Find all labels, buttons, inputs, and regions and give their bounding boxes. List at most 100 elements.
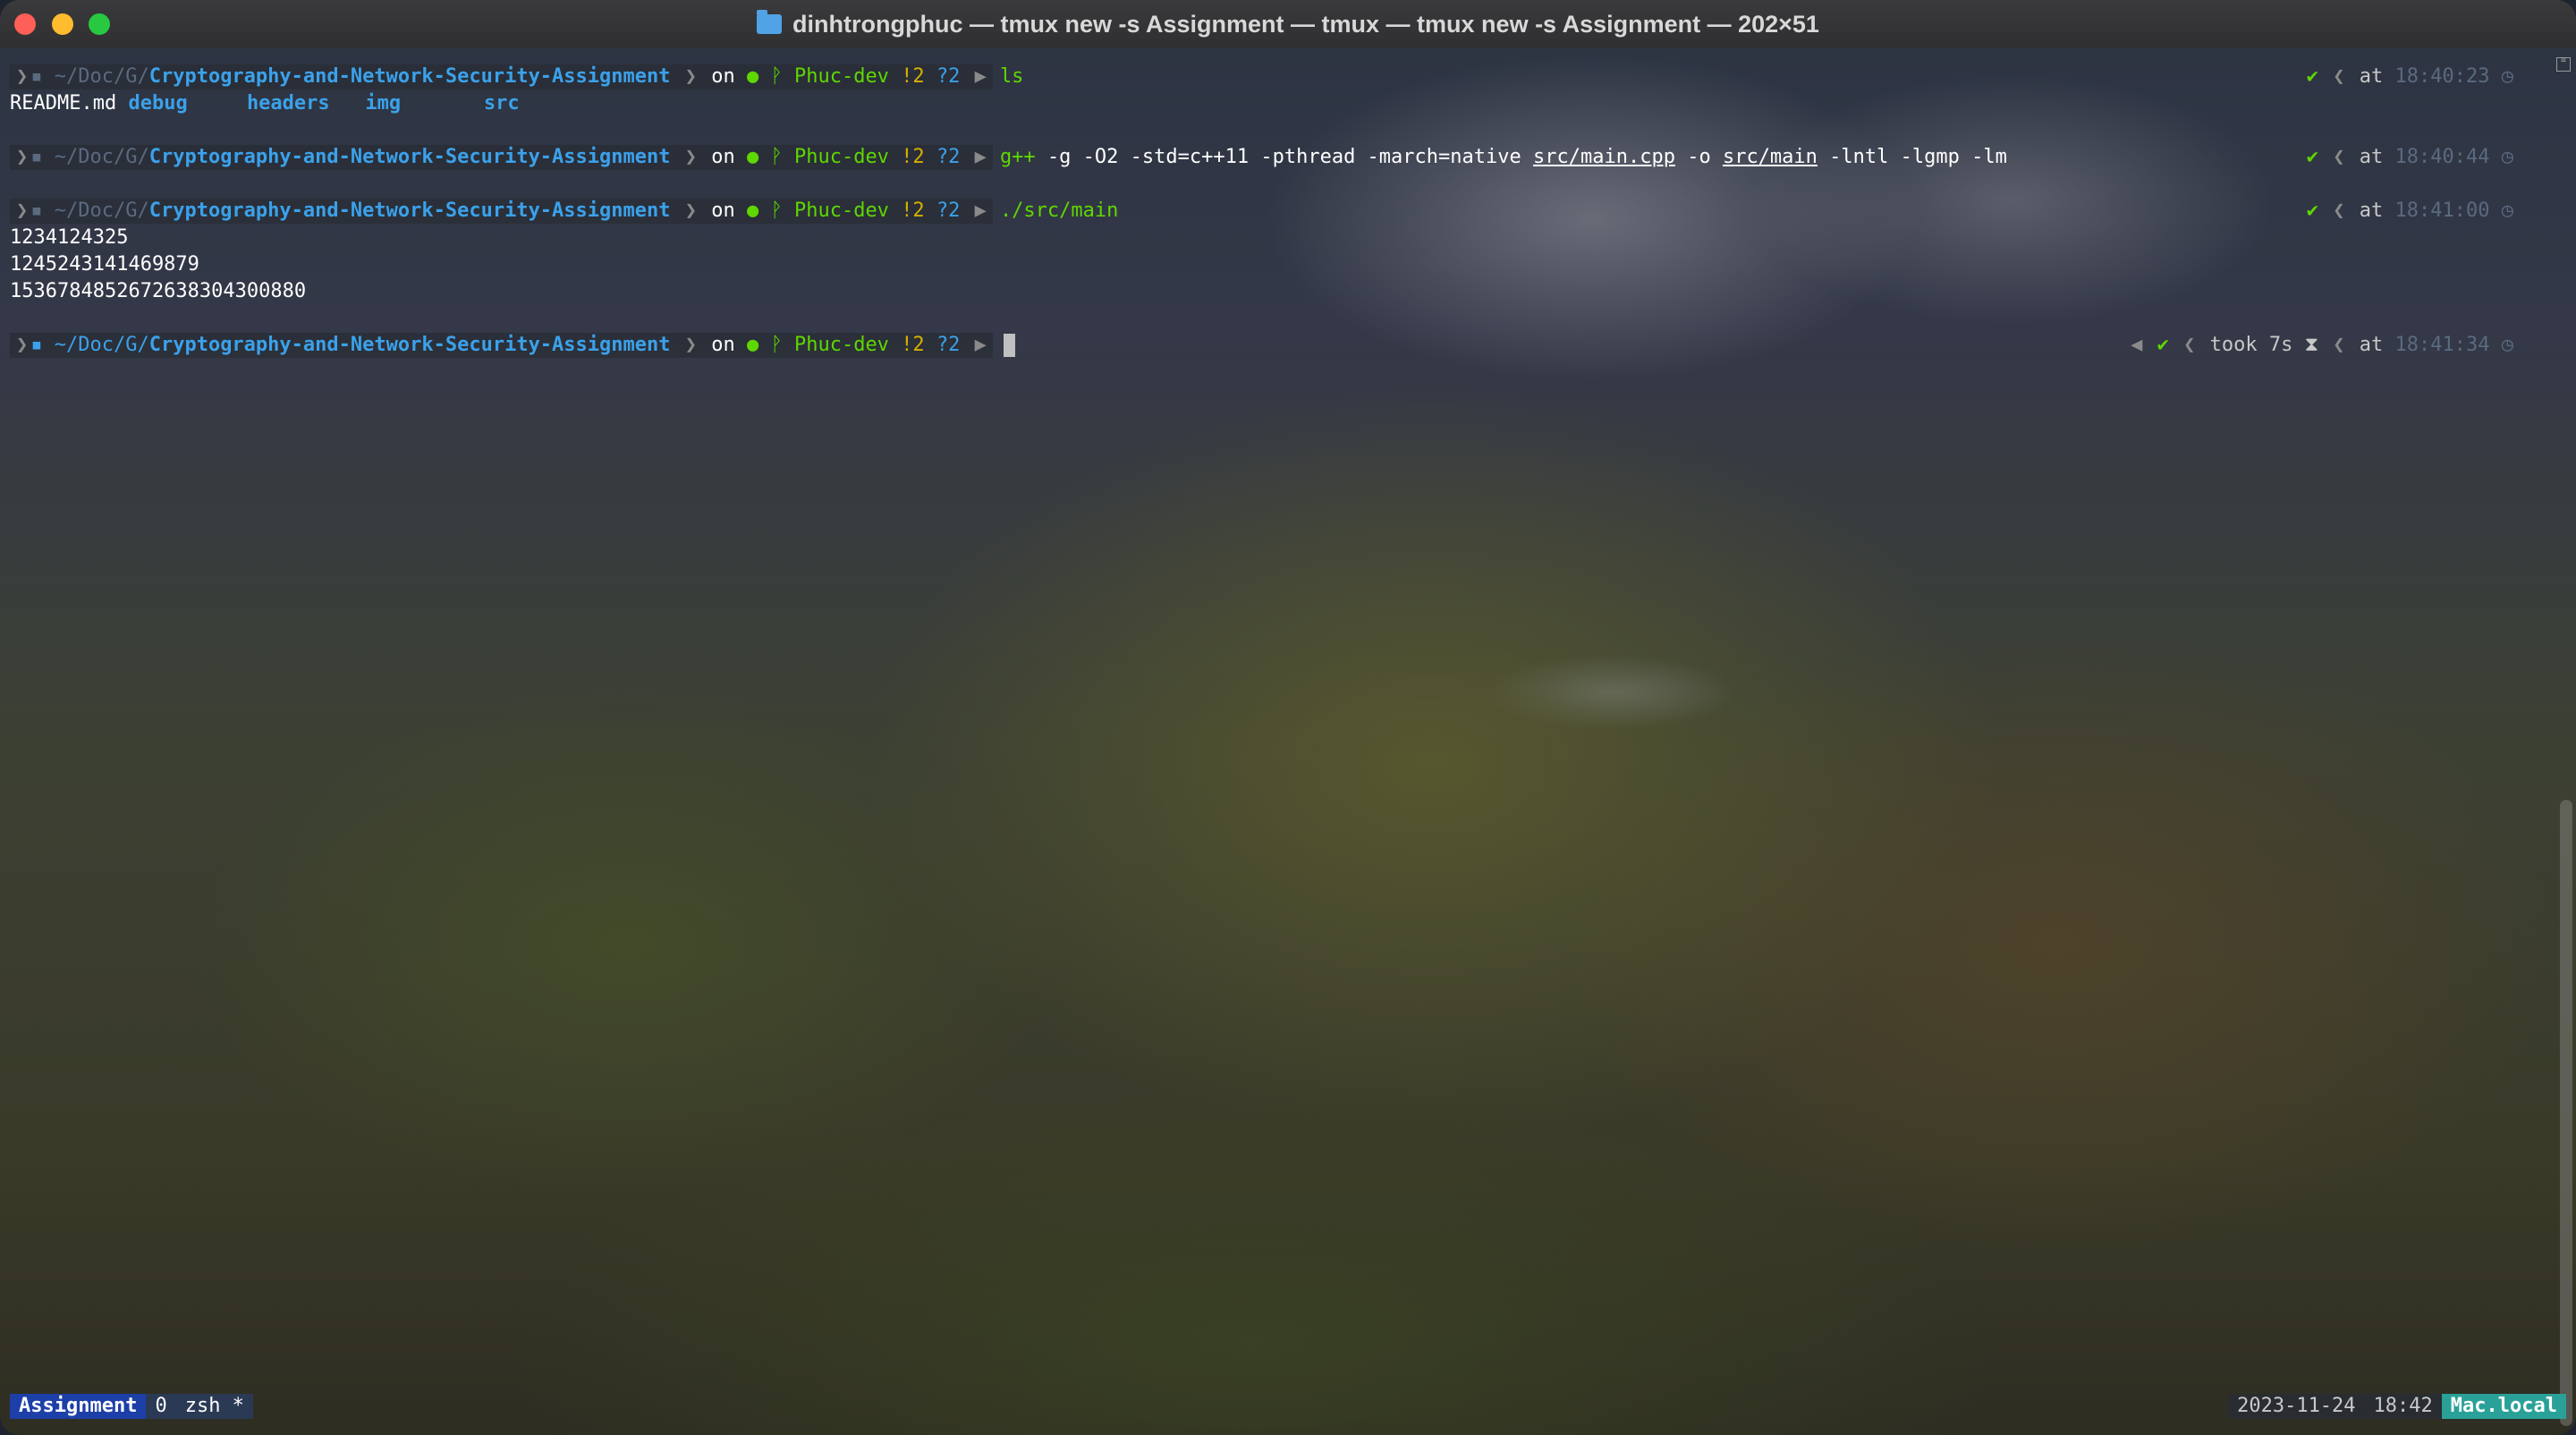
success-check-icon: ✔: [2306, 65, 2319, 88]
chevron-right-icon: ❯: [673, 200, 709, 222]
scrollbar[interactable]: [2560, 800, 2572, 1426]
git-untracked: ?2: [936, 200, 961, 222]
git-modified: !2: [901, 200, 925, 222]
window-title-area: dinhtrongphuc — tmux new -s Assignment —…: [0, 0, 2576, 48]
command-args: -lntl -lgmp -lm: [1829, 146, 2007, 168]
prompt-path-short: /Doc/G/: [66, 200, 149, 222]
command-text: ./src/main: [999, 200, 1119, 222]
success-check-icon: ✔: [2157, 334, 2169, 356]
git-untracked: ?2: [936, 146, 961, 168]
clock-icon: ◷: [2489, 200, 2513, 222]
github-icon: ●: [734, 65, 771, 88]
took-duration: took 7s: [2209, 334, 2293, 356]
prompt-at: at: [2359, 200, 2384, 222]
title-bar[interactable]: dinhtrongphuc — tmux new -s Assignment —…: [0, 0, 2576, 50]
git-branch: Phuc-dev: [793, 200, 889, 222]
command-name: g++: [999, 146, 1036, 168]
command-args: -g -O2 -std=c++11 -pthread -march=native: [1046, 146, 1521, 168]
chevron-right-icon: ❯: [673, 146, 709, 168]
git-untracked: ?2: [936, 65, 961, 88]
prompt-end-arrow-icon: ▶: [962, 65, 987, 88]
prompt-on: on: [711, 334, 735, 356]
prompt-time: 18:41:34: [2394, 334, 2490, 356]
terminal-content[interactable]: ≡ ❯ ▪ ~/Doc/G/Cryptography-and-Network-Se…: [0, 48, 2576, 1435]
prompt-path-short: /Doc/G/: [66, 334, 149, 356]
prompt-on: on: [711, 65, 735, 88]
prompt-line: ❯ ▪ ~/Doc/G/Cryptography-and-Network-Secu…: [10, 64, 1023, 89]
prompt-line: ❯ ▪ ~/Doc/G/Cryptography-and-Network-Secu…: [10, 199, 1118, 224]
status-time: 18:42: [2364, 1394, 2442, 1419]
folder-icon: ▪: [30, 200, 55, 222]
chevron-left-icon: ❮: [2321, 146, 2357, 168]
folder-icon: ▪: [30, 334, 55, 356]
git-branch: Phuc-dev: [793, 334, 889, 356]
success-check-icon: ✔: [2306, 146, 2319, 168]
prompt-at: at: [2359, 334, 2384, 356]
prompt-time: 18:41:00: [2394, 200, 2490, 222]
github-icon: ●: [734, 146, 771, 168]
git-modified: !2: [901, 65, 925, 88]
output-text: 1536784852672638304300880: [10, 280, 307, 302]
prompt-path-short: /Doc/G/: [66, 146, 149, 168]
command-path: src/main.cpp: [1533, 146, 1675, 168]
command-text: ls: [999, 65, 1024, 88]
chevron-right-icon: ❯: [16, 65, 29, 88]
chevron-right-icon: ❯: [16, 146, 29, 168]
terminal-window: dinhtrongphuc — tmux new -s Assignment —…: [0, 0, 2576, 1435]
git-modified: !2: [901, 334, 925, 356]
chevron-right-icon: ❯: [16, 200, 29, 222]
tmux-window-name[interactable]: zsh *: [175, 1394, 253, 1419]
ls-item: README.md: [10, 92, 117, 115]
git-branch-icon: ᚹ: [770, 334, 794, 356]
right-prompt: ✔ ❮ at 18:40:44 ◷: [2307, 145, 2513, 170]
success-check-icon: ✔: [2306, 200, 2319, 222]
folder-icon: ▪: [30, 65, 55, 88]
prompt-end-arrow-icon: ▶: [962, 200, 987, 222]
clock-icon: ◷: [2489, 65, 2513, 88]
text-cursor[interactable]: [1003, 334, 1015, 357]
prompt-path-short: /Doc/G/: [66, 65, 149, 88]
chevron-right-icon: ❯: [16, 334, 29, 356]
prompt-at: at: [2359, 65, 2384, 88]
prompt-time: 18:40:44: [2394, 146, 2490, 168]
output-text: 1234124325: [10, 226, 129, 249]
prompt-line-current[interactable]: ❯ ▪ ~/Doc/G/Cryptography-and-Network-Secu…: [10, 333, 1015, 358]
ls-output: README.md debug headers img src: [10, 91, 520, 116]
program-output-line: 1234124325: [10, 225, 128, 250]
hourglass-icon: ⧗: [2292, 334, 2319, 356]
prompt-home: ~: [54, 65, 66, 88]
github-icon: ●: [734, 334, 771, 356]
ls-item: img: [365, 92, 402, 115]
git-branch-icon: ᚹ: [770, 146, 794, 168]
chevron-left-icon: ❮: [2321, 65, 2357, 88]
tmux-session-name[interactable]: Assignment: [10, 1394, 147, 1419]
git-branch-icon: ᚹ: [770, 65, 794, 88]
prompt-home: ~: [54, 200, 66, 222]
command-args: -o: [1687, 146, 1711, 168]
command-text: g++ -g -O2 -std=c++11 -pthread -march=na…: [1000, 145, 2007, 170]
prompt-segment: ❯ ▪ ~/Doc/G/Cryptography-and-Network-Secu…: [10, 199, 993, 224]
git-untracked: ?2: [936, 334, 961, 356]
clock-icon: ◷: [2489, 334, 2513, 356]
folder-icon: [757, 10, 783, 34]
prompt-segment: ❯ ▪ ~/Doc/G/Cryptography-and-Network-Secu…: [10, 333, 993, 358]
prompt-repo: Cryptography-and-Network-Security-Assign…: [148, 65, 671, 88]
prompt-line: ❯ ▪ ~/Doc/G/Cryptography-and-Network-Secu…: [10, 145, 2007, 170]
github-icon: ●: [734, 200, 771, 222]
prompt-on: on: [711, 200, 735, 222]
prompt-end-arrow-icon: ▶: [962, 334, 987, 356]
status-host: Mac.local: [2441, 1394, 2566, 1419]
ls-item: headers: [246, 92, 330, 115]
prompt-time: 18:40:23: [2394, 65, 2490, 88]
git-branch: Phuc-dev: [793, 146, 889, 168]
scrollbar-menu-icon[interactable]: ≡: [2556, 56, 2571, 72]
git-branch: Phuc-dev: [793, 65, 889, 88]
tmux-status-bar: Assignment 0 zsh * 2023-11-24 18:42 Mac.…: [10, 1394, 2566, 1419]
git-modified: !2: [901, 146, 925, 168]
tmux-window-index[interactable]: 0: [146, 1394, 176, 1419]
folder-icon: ▪: [30, 146, 55, 168]
prompt-at: at: [2359, 146, 2384, 168]
prompt-end-arrow-icon: ▶: [962, 146, 987, 168]
right-prompt: ✔ ❮ at 18:41:00 ◷: [2307, 199, 2513, 224]
right-prompt: ✔ ❮ at 18:40:23 ◷: [2307, 64, 2513, 89]
